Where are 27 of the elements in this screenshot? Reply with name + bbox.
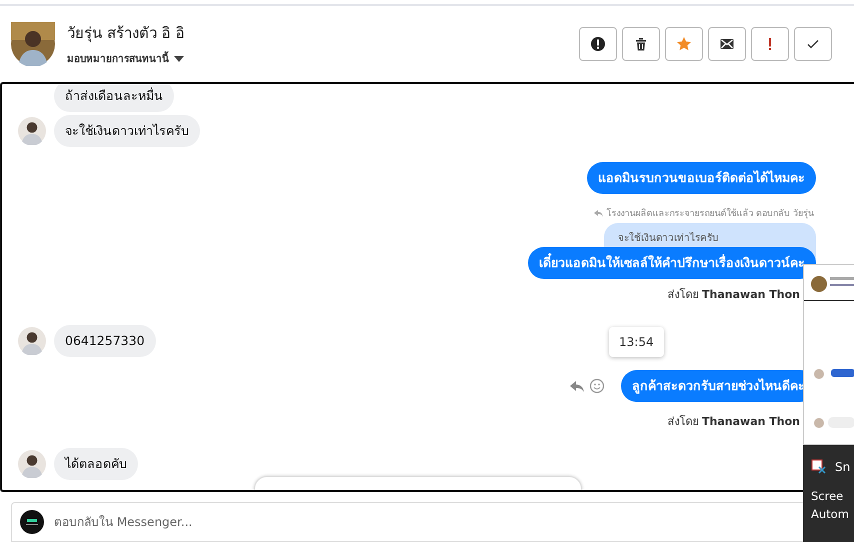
contact-name: วัยรุ่น สร้างตัว อิ อิ	[67, 23, 186, 44]
caret-icon	[174, 56, 184, 62]
emoji-icon	[589, 378, 605, 394]
notification-text: Scree	[811, 488, 844, 505]
message-bubble: แอดมินรบกวนขอเบอร์ติดต่อได้ไหมคะ	[587, 162, 816, 194]
message-bubble: จะใช้เงินดาวเท่าไรครับ	[54, 114, 200, 147]
delete-button[interactable]	[622, 26, 660, 61]
message-bubble: ถ้าส่งเดือนละหมื่น	[54, 84, 174, 112]
message-bubble: ได้ตลอดคับ	[54, 448, 138, 480]
app-name: Sn	[835, 460, 850, 474]
notification-text: Autom	[811, 506, 850, 523]
alert-circle-icon	[590, 36, 606, 52]
message-bubble: เดี๋ยวแอดมินให้เซลล์ให้คำปรึกษาเรื่องเงินดาวน์คะ	[528, 246, 816, 279]
sender-label: ส่งโดย Thanawan Thon	[668, 286, 800, 303]
notification-toast[interactable]: Sn Scree Autom	[803, 445, 854, 542]
time-tooltip: 13:54	[609, 327, 664, 357]
reply-icon	[594, 208, 604, 217]
mail-button[interactable]	[708, 26, 746, 61]
assign-link[interactable]: มอบหมายการสนทนานี้	[67, 51, 169, 66]
star-button[interactable]	[665, 26, 703, 61]
star-icon	[676, 36, 692, 52]
spam-button[interactable]	[579, 26, 617, 61]
sender-label: ส่งโดย Thanawan Thon	[668, 414, 800, 430]
message-bubble: 0641257330	[54, 324, 156, 357]
trash-icon	[633, 36, 649, 52]
reply-note: โรงงานผลิตและกระจายรถยนต์ใช้แล้ว ตอบกลับ วัยรุ่น	[605, 206, 815, 220]
logo-icon	[20, 510, 44, 534]
